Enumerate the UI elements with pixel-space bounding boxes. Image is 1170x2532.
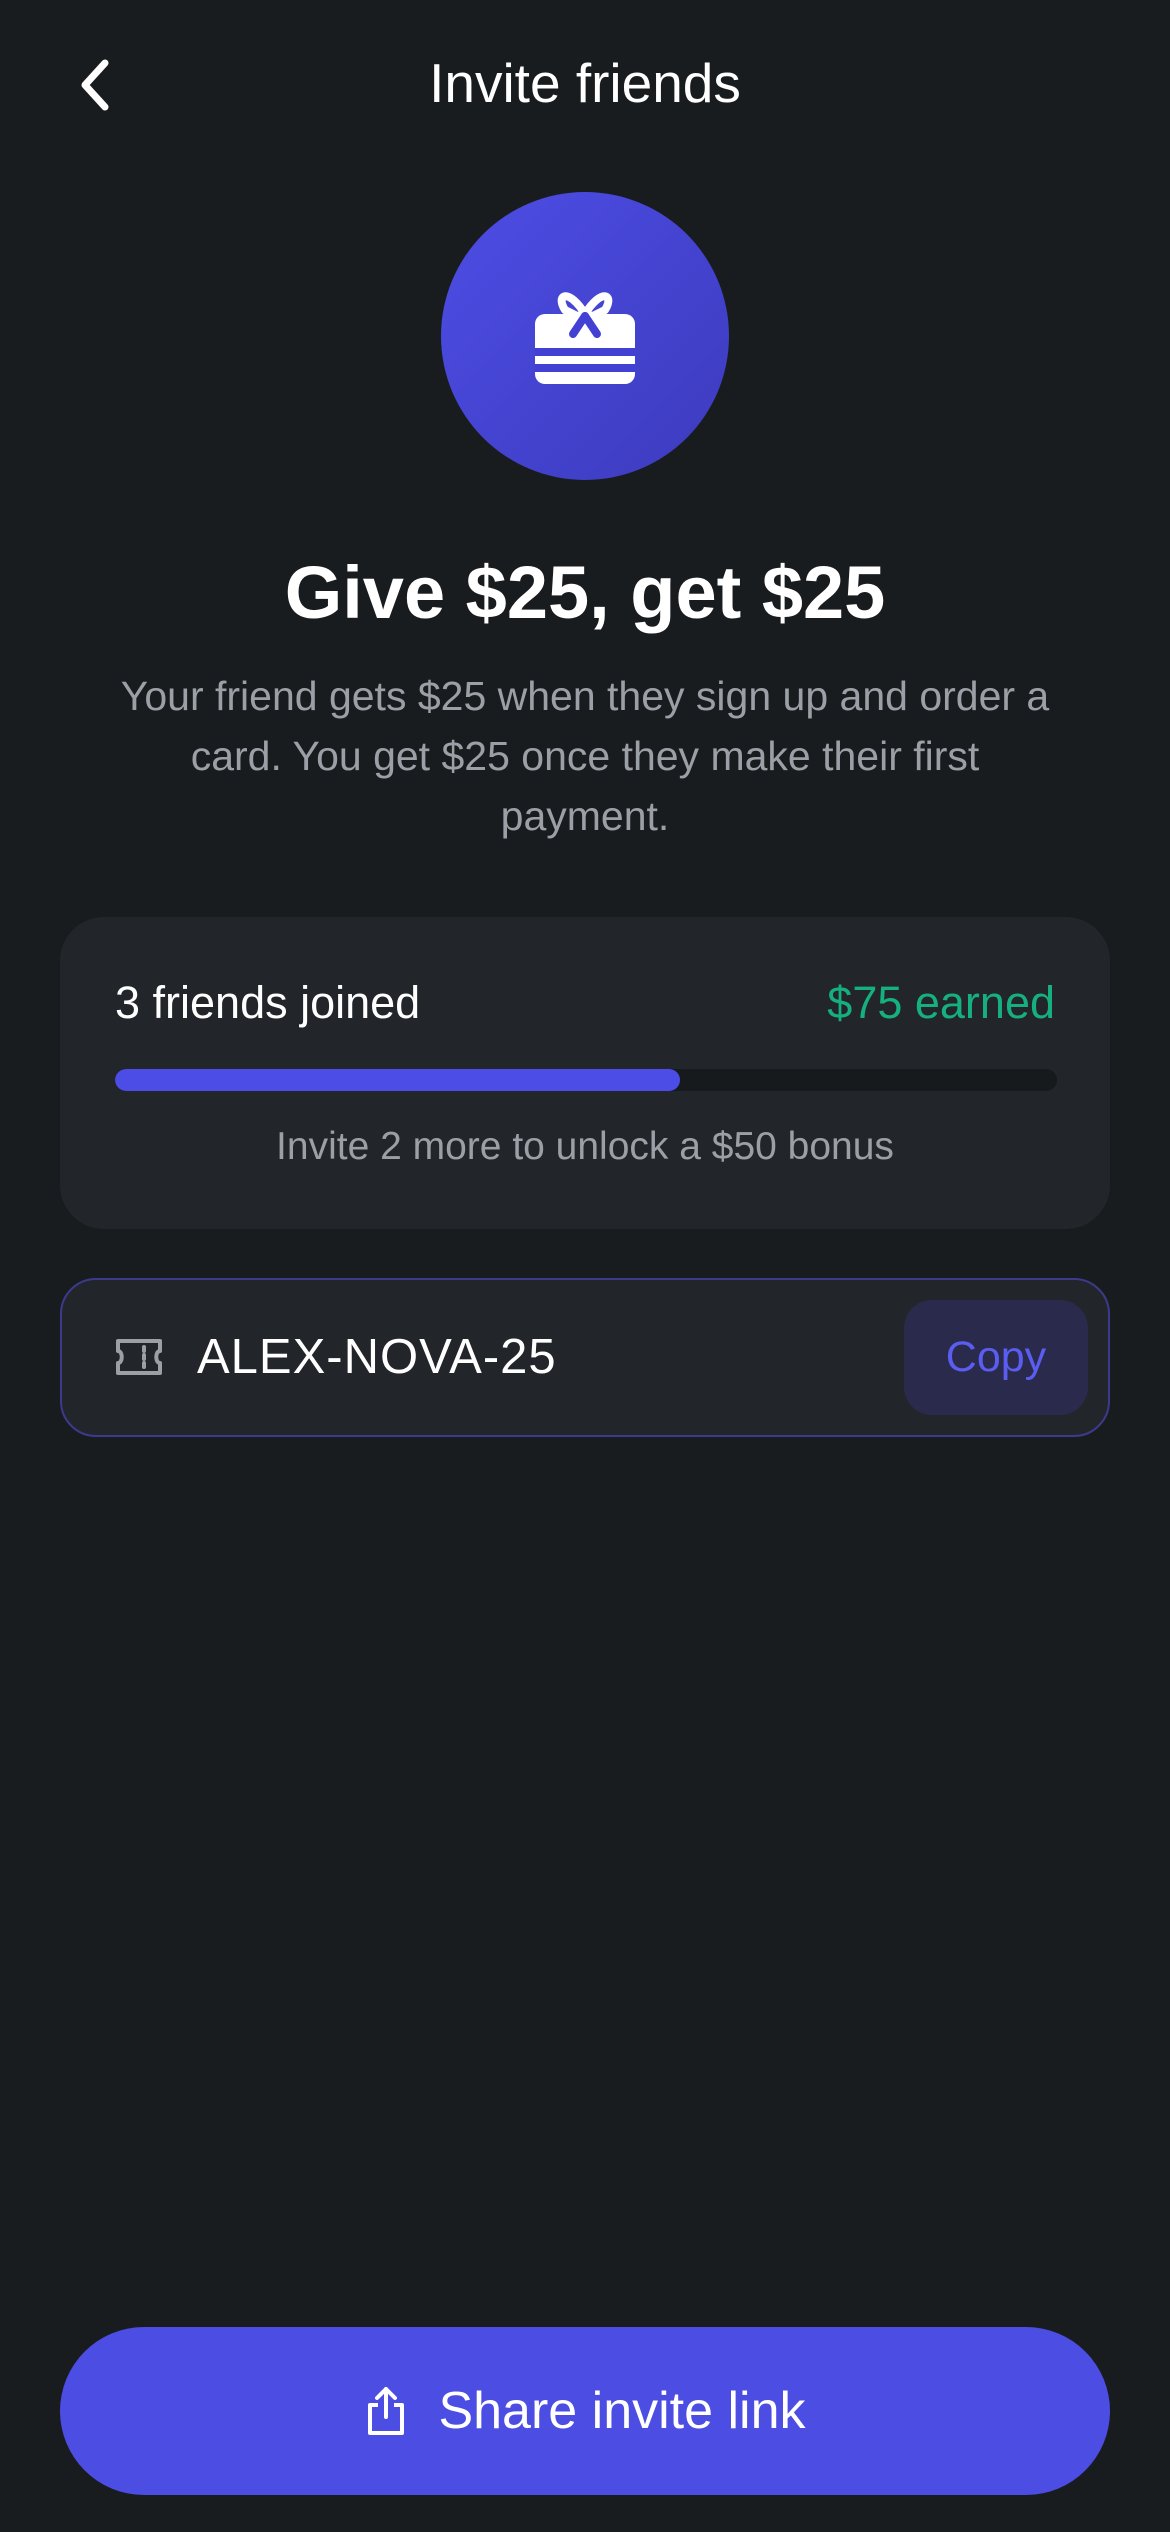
hero-badge [441, 192, 729, 480]
bonus-hint: Invite 2 more to unlock a $50 bonus [276, 1125, 894, 1168]
offer-description: Your friend gets $25 when they sign up a… [120, 673, 1050, 839]
page-title: Invite friends [429, 52, 741, 114]
share-button-label: Share invite link [438, 2382, 806, 2440]
earned-amount: $75 earned [827, 977, 1055, 1028]
gift-card-icon [535, 292, 635, 384]
ticket-icon [116, 1339, 162, 1375]
progress-bar-fill [115, 1069, 681, 1091]
referral-code-box: ALEX-NOVA-25 Copy [60, 1278, 1110, 1437]
share-icon [364, 2385, 408, 2437]
share-invite-button[interactable]: Share invite link [60, 2327, 1110, 2495]
offer-headline: Give $25, get $25 [284, 551, 886, 634]
copy-code-button[interactable]: Copy [904, 1300, 1088, 1415]
referral-progress-card: 3 friends joined $75 earned Invite 2 mor… [60, 917, 1110, 1229]
top-bar: Invite friends [0, 0, 1170, 170]
friends-joined-count: 3 friends joined [115, 977, 421, 1028]
referral-code: ALEX-NOVA-25 [197, 1330, 557, 1384]
progress-bar [115, 1069, 1057, 1091]
